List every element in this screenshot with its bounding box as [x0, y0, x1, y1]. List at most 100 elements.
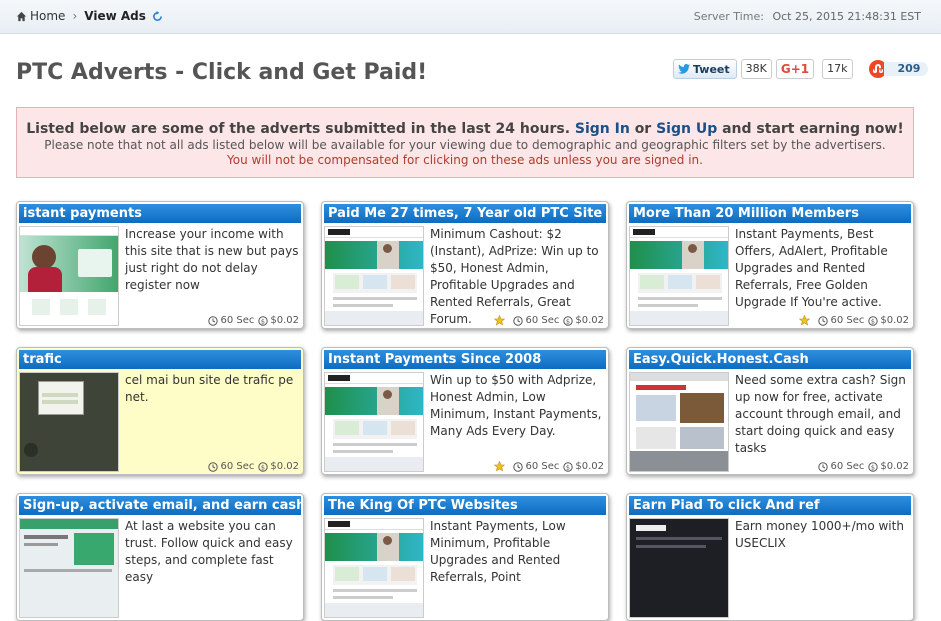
thumbnail-shape	[636, 525, 666, 531]
ad-thumbnail[interactable]	[324, 372, 424, 472]
thumbnail-shape	[383, 244, 392, 253]
thumbnail-shape	[42, 400, 78, 404]
notice-headline: Listed below are some of the adverts sub…	[17, 121, 913, 137]
gplus-count: 17k	[822, 59, 853, 79]
server-time-value: Oct 25, 2015 21:48:31 EST	[772, 10, 921, 23]
ad-card[interactable]: Easy.Quick.Honest.Cash Need some extra c…	[626, 347, 914, 475]
thumbnail-shape	[32, 245, 56, 269]
ad-duration: 60 Sec	[830, 461, 865, 472]
ad-thumbnail[interactable]	[324, 226, 424, 326]
thumbnail-shape	[391, 421, 415, 435]
ad-title[interactable]: More Than 20 Million Members	[629, 204, 911, 223]
ad-card[interactable]: Paid Me 27 times, 7 Year old PTC Site Mi…	[321, 201, 609, 329]
share-bar: Tweet 38K G+1 17k 209	[673, 59, 929, 79]
ad-title[interactable]: Paid Me 27 times, 7 Year old PTC Site	[324, 204, 606, 223]
thumbnail-shape	[28, 267, 62, 292]
ad-description: Win up to $50 with Adprize, Honest Admin…	[430, 373, 602, 438]
coin-icon: $	[563, 461, 574, 472]
ad-card[interactable]: istant payments Increase your income wit…	[16, 201, 304, 329]
svg-text:$: $	[871, 463, 875, 471]
tweet-button[interactable]: Tweet	[673, 59, 737, 79]
thumbnail-shape	[636, 395, 676, 421]
ad-thumbnail[interactable]	[19, 226, 119, 326]
thumbnail-shape	[696, 275, 720, 289]
refresh-icon[interactable]	[152, 10, 163, 22]
thumbnail-shape	[78, 249, 112, 277]
notice-headline-end: and start earning now!	[722, 121, 904, 137]
ad-thumbnail[interactable]	[19, 372, 119, 472]
ad-title[interactable]: trafic	[19, 350, 301, 369]
coin-icon: $	[868, 461, 879, 472]
svg-text:$: $	[261, 463, 265, 471]
thumbnail-shape	[325, 311, 423, 325]
ad-card[interactable]: The King Of PTC Websites Instant Payment…	[321, 493, 609, 621]
sign-up-link[interactable]: Sign Up	[656, 121, 717, 137]
ad-description: Increase your income with this site that…	[125, 227, 299, 292]
thumbnail-shape	[630, 451, 728, 471]
breadcrumb: Home › View Ads	[16, 9, 163, 23]
twitter-bird-icon	[678, 64, 690, 74]
notice-box: Listed below are some of the adverts sub…	[16, 107, 914, 178]
clock-icon	[513, 315, 524, 326]
thumbnail-shape	[630, 373, 728, 381]
ad-card[interactable]: More Than 20 Million Members Instant Pay…	[626, 201, 914, 329]
thumbnail-shape	[38, 381, 84, 415]
tweet-count: 38K	[740, 59, 772, 79]
ad-duration: 60 Sec	[525, 461, 560, 472]
ad-card[interactable]: Earn Piad To click And ref Earn money 10…	[626, 493, 914, 621]
svg-text:$: $	[566, 463, 570, 471]
ad-title[interactable]: istant payments	[19, 204, 301, 223]
stumbleupon-button[interactable]: 209	[868, 60, 929, 78]
ad-thumbnail[interactable]	[629, 226, 729, 326]
notice-filter-text: Please note that not all ads listed belo…	[44, 138, 886, 152]
ad-description: Instant Payments, Best Offers, AdAlert, …	[735, 227, 888, 309]
thumbnail-shape	[391, 567, 415, 581]
thumbnail-shape	[638, 297, 722, 300]
thumbnail-shape	[335, 567, 359, 581]
ad-duration: 60 Sec	[220, 315, 255, 326]
ad-thumbnail[interactable]	[629, 518, 729, 618]
gplus-button[interactable]: G+1	[775, 59, 815, 79]
ad-thumbnail[interactable]	[324, 518, 424, 618]
thumbnail-shape	[680, 427, 724, 449]
thumbnail-shape	[24, 543, 58, 546]
ad-thumbnail[interactable]	[629, 372, 729, 472]
thumbnail-shape	[328, 375, 350, 381]
ad-description: Minimum Cashout: $2 (Instant), AdPrize: …	[430, 227, 599, 326]
ad-title[interactable]: The King Of PTC Websites	[324, 496, 606, 515]
thumbnail-shape	[333, 297, 417, 300]
svg-text:$: $	[566, 317, 570, 325]
clock-icon	[208, 461, 219, 472]
ad-description: Instant Payments, Low Minimum, Profitabl…	[430, 519, 566, 584]
ad-title[interactable]: Easy.Quick.Honest.Cash	[629, 350, 911, 369]
thumbnail-shape	[333, 304, 393, 307]
ad-title[interactable]: Earn Piad To click And ref	[629, 496, 911, 515]
thumbnail-shape	[328, 229, 350, 235]
ad-thumbnail[interactable]	[19, 518, 119, 618]
ad-duration: 60 Sec	[830, 315, 865, 326]
thumbnail-shape	[638, 304, 698, 307]
thumbnail-shape	[630, 519, 728, 617]
breadcrumb-home-link[interactable]: Home	[16, 9, 65, 23]
ad-reward: $0.02	[880, 315, 909, 326]
sign-in-link[interactable]: Sign In	[575, 121, 630, 137]
breadcrumb-home-label: Home	[30, 9, 66, 23]
thumbnail-shape	[636, 427, 676, 449]
home-icon	[16, 11, 27, 21]
ad-meta: 60 Sec $ $0.02	[204, 315, 299, 326]
thumbnail-shape	[363, 275, 387, 289]
thumbnail-shape	[680, 393, 724, 423]
thumbnail-shape	[335, 421, 359, 435]
ad-title[interactable]: Instant Payments Since 2008	[324, 350, 606, 369]
ad-meta: 60 Sec $ $0.02	[204, 461, 299, 472]
notice-headline-text: Listed below are some of the adverts sub…	[26, 121, 571, 137]
thumbnail-shape	[60, 299, 78, 315]
ad-card[interactable]: Sign-up, activate email, and earn cash! …	[16, 493, 304, 621]
star-icon	[494, 315, 506, 326]
ad-card[interactable]: Instant Payments Since 2008 Win up to $5…	[321, 347, 609, 475]
ad-description: cel mai bun site de trafic pe net.	[125, 373, 294, 404]
ad-card[interactable]: trafic cel mai bun site de trafic pe net…	[16, 347, 304, 475]
clock-icon	[818, 315, 829, 326]
thumbnail-shape	[383, 390, 392, 399]
ad-title[interactable]: Sign-up, activate email, and earn cash!	[19, 496, 301, 515]
